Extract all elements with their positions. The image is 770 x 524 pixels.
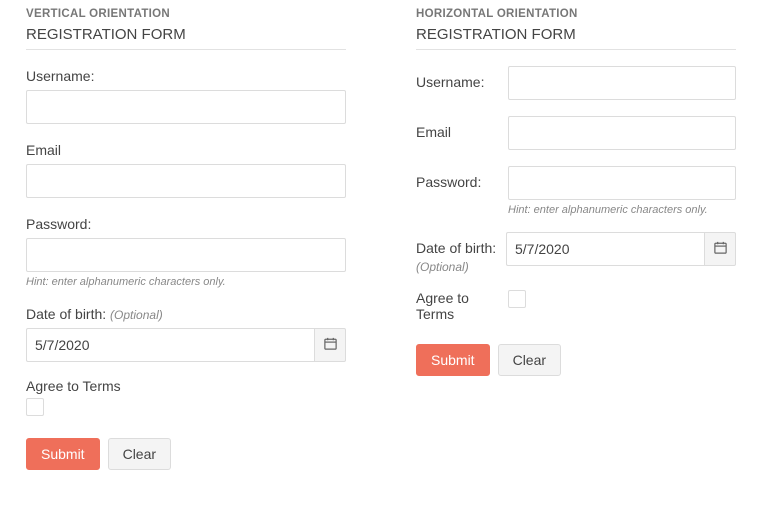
agree-checkbox[interactable]	[26, 398, 44, 416]
vertical-section-label: VERTICAL ORIENTATION	[26, 8, 346, 20]
dob-optional: (Optional)	[110, 308, 163, 322]
horizontal-section-label: HORIZONTAL ORIENTATION	[416, 8, 736, 20]
clear-button[interactable]: Clear	[108, 438, 171, 470]
dob-optional: (Optional)	[416, 260, 498, 274]
agree-checkbox[interactable]	[508, 290, 526, 308]
username-field: Username:	[26, 68, 346, 124]
email-field: Email	[26, 142, 346, 198]
email-field: Email	[416, 116, 736, 150]
dob-input[interactable]	[26, 328, 314, 362]
dob-label: Date of birth:	[26, 306, 106, 322]
dob-field: Date of birth: (Optional)	[416, 232, 736, 274]
email-input[interactable]	[26, 164, 346, 198]
password-field: Password: Hint: enter alphanumeric chara…	[416, 166, 736, 216]
password-field: Password: Hint: enter alphanumeric chara…	[26, 216, 346, 288]
submit-button[interactable]: Submit	[26, 438, 100, 470]
vertical-form-title: REGISTRATION FORM	[26, 26, 346, 50]
agree-field: Agree to Terms	[26, 378, 346, 416]
vertical-buttons: Submit Clear	[26, 438, 346, 470]
horizontal-form-title: REGISTRATION FORM	[416, 26, 736, 50]
email-label: Email	[416, 116, 508, 140]
username-label: Username:	[416, 66, 508, 90]
password-label: Password:	[26, 216, 346, 232]
password-label: Password:	[416, 166, 508, 190]
password-hint: Hint: enter alphanumeric characters only…	[26, 276, 346, 288]
calendar-button[interactable]	[314, 328, 346, 362]
calendar-icon	[323, 336, 338, 354]
username-label: Username:	[26, 68, 346, 84]
agree-field: Agree to Terms	[416, 290, 736, 322]
vertical-form-column: VERTICAL ORIENTATION REGISTRATION FORM U…	[26, 8, 346, 470]
horizontal-form-column: HORIZONTAL ORIENTATION REGISTRATION FORM…	[416, 8, 736, 470]
dob-input[interactable]	[506, 232, 704, 266]
agree-label: Agree to Terms	[416, 290, 508, 322]
username-input[interactable]	[508, 66, 736, 100]
clear-button[interactable]: Clear	[498, 344, 561, 376]
calendar-icon	[713, 240, 728, 258]
calendar-button[interactable]	[704, 232, 736, 266]
password-input[interactable]	[508, 166, 736, 200]
username-input[interactable]	[26, 90, 346, 124]
horizontal-buttons: Submit Clear	[416, 344, 736, 376]
username-field: Username:	[416, 66, 736, 100]
submit-button[interactable]: Submit	[416, 344, 490, 376]
email-input[interactable]	[508, 116, 736, 150]
password-hint: Hint: enter alphanumeric characters only…	[508, 204, 736, 216]
agree-label: Agree to Terms	[26, 378, 346, 394]
dob-label: Date of birth:	[416, 240, 496, 256]
email-label: Email	[26, 142, 346, 158]
dob-field: Date of birth: (Optional)	[26, 306, 346, 362]
password-input[interactable]	[26, 238, 346, 272]
